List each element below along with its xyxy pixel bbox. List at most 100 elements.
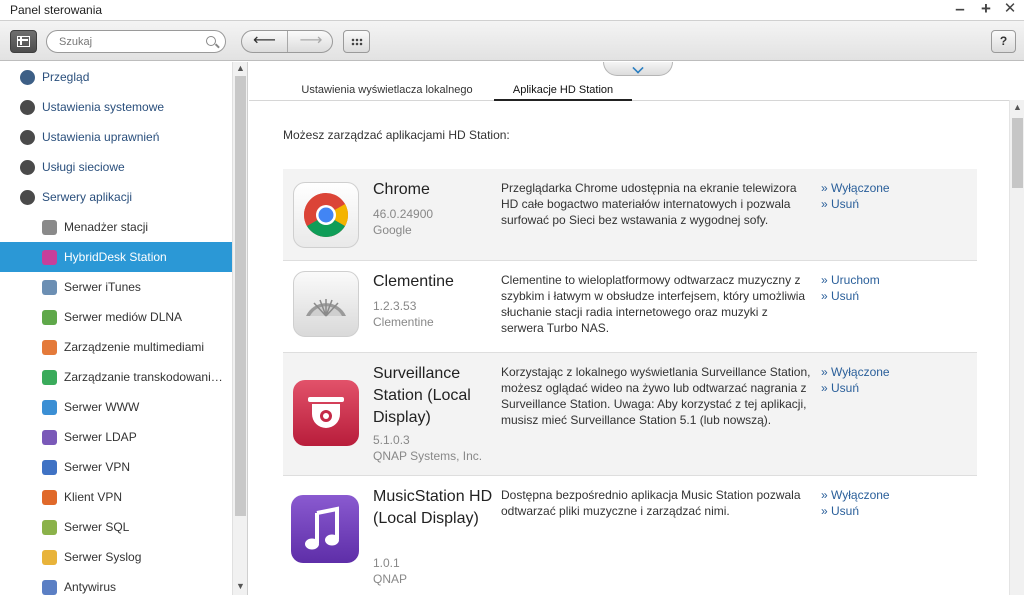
app-description: Korzystając z lokalnego wyświetlania Sur… [501, 365, 811, 427]
sidebar-item-label: Serwer mediów DLNA [64, 310, 183, 324]
sidebar-item-2[interactable]: Ustawienia uprawnień [0, 122, 232, 152]
hybriddesk-icon [42, 250, 57, 265]
music-station-icon [291, 495, 359, 563]
tab-bar: Ustawienia wyświetlacza lokalnego Aplika… [249, 80, 1024, 101]
app-publisher: Google [373, 223, 412, 237]
remove-link[interactable]: » Usuń [821, 288, 880, 304]
sidebar-scroll-thumb[interactable] [235, 76, 246, 516]
main-panel: Ustawienia wyświetlacza lokalnego Aplika… [249, 62, 1024, 595]
sidebar-item-8[interactable]: Serwer mediów DLNA [0, 302, 232, 332]
sidebar-item-label: Serwery aplikacji [42, 190, 133, 204]
sidebar-item-0[interactable]: Przegląd [0, 62, 232, 92]
scroll-up-icon[interactable]: ▲ [233, 63, 247, 75]
tab-local-display[interactable]: Ustawienia wyświetlacza lokalnego [287, 84, 487, 101]
sidebar-item-17[interactable]: Antywirus [0, 572, 232, 595]
app-version: 5.1.0.3 [373, 433, 410, 447]
sidebar-item-label: Serwer SQL [64, 520, 130, 534]
forward-button[interactable]: ⟶ [288, 31, 332, 52]
app-actions: » Uruchom » Usuń [821, 272, 880, 304]
gear-icon [20, 100, 35, 115]
vpn-client-icon [42, 490, 57, 505]
sidebar-item-label: Ustawienia uprawnień [42, 130, 160, 144]
vpn-server-icon [42, 460, 57, 475]
user-icon [20, 130, 35, 145]
sidebar-item-13[interactable]: Serwer VPN [0, 452, 232, 482]
sidebar-item-3[interactable]: Usługi sieciowe [0, 152, 232, 182]
app-grid-button[interactable] [343, 30, 370, 53]
app-name: Surveillance Station (Local Display) [373, 365, 471, 426]
search-input[interactable] [59, 34, 199, 50]
sidebar-item-15[interactable]: Serwer SQL [0, 512, 232, 542]
www-icon [42, 400, 57, 415]
app-row-surveillance: Surveillance Station (Local Display) 5.1… [283, 353, 977, 476]
app-row-chrome: Chrome 46.0.24900 Google Przeglądarka Ch… [283, 169, 977, 261]
main-scrollbar[interactable]: ▲ [1009, 100, 1024, 595]
remove-link[interactable]: » Usuń [821, 380, 890, 396]
itunes-icon [42, 280, 57, 295]
remove-link[interactable]: » Usuń [821, 196, 890, 212]
sidebar-item-1[interactable]: Ustawienia systemowe [0, 92, 232, 122]
minimize-icon[interactable]: – [950, 0, 970, 20]
disable-link[interactable]: » Wyłączone [821, 180, 890, 196]
disable-link[interactable]: » Wyłączone [821, 487, 890, 503]
search-box [46, 30, 226, 53]
sidebar-item-12[interactable]: Serwer LDAP [0, 422, 232, 452]
app-description: Clementine to wieloplatformowy odtwarzac… [501, 273, 806, 335]
tab-hd-station-apps[interactable]: Aplikacje HD Station [494, 84, 632, 101]
sidebar-item-label: Serwer Syslog [64, 550, 142, 564]
toolbar: ⟵ ⟶ ? [0, 20, 1024, 61]
scroll-down-icon[interactable]: ▼ [233, 581, 247, 593]
sidebar-item-label: Antywirus [64, 580, 117, 594]
sidebar-item-11[interactable]: Serwer WWW [0, 392, 232, 422]
disable-link[interactable]: » Wyłączone [821, 364, 890, 380]
sidebar-item-label: Usługi sieciowe [42, 160, 125, 174]
sidebar-item-14[interactable]: Klient VPN [0, 482, 232, 512]
chrome-icon [293, 182, 359, 248]
sidebar-layout-icon [17, 36, 30, 47]
search-icon[interactable] [206, 36, 216, 46]
title-bar: Panel sterowania – + ✕ [0, 0, 1024, 20]
app-actions: » Wyłączone » Usuń [821, 180, 890, 212]
app-row-clementine: Clementine 1.2.3.53 Clementine Clementin… [283, 261, 977, 353]
main-scroll-thumb[interactable] [1012, 118, 1023, 188]
sidebar-item-9[interactable]: Zarządzenie multimediami [0, 332, 232, 362]
sidebar-item-label: Serwer VPN [64, 460, 131, 474]
sidebar-item-label: HybridDesk Station [64, 250, 167, 264]
grid-icon [351, 38, 363, 46]
back-button[interactable]: ⟵ [242, 31, 288, 52]
navigation-buttons: ⟵ ⟶ [241, 30, 333, 53]
sidebar-item-5[interactable]: Menadżer stacji [0, 212, 232, 242]
sidebar-item-7[interactable]: Serwer iTunes [0, 272, 232, 302]
maximize-icon[interactable]: + [976, 0, 996, 20]
app-version: 1.0.1 [373, 556, 400, 570]
sidebar-item-label: Przegląd [42, 70, 90, 84]
app-version: 46.0.24900 [373, 207, 434, 221]
app-actions: » Wyłączone » Usuń [821, 364, 890, 396]
collapse-header-button[interactable] [603, 62, 673, 76]
sidebar-item-10[interactable]: Zarządzanie transkodowaniem [0, 362, 232, 392]
sidebar: Przegląd Ustawienia systemowe Ustawienia u… [0, 62, 248, 595]
close-icon[interactable]: ✕ [1000, 0, 1020, 20]
sidebar-scrollbar[interactable]: ▲ ▼ [232, 62, 247, 595]
sidebar-item-4[interactable]: Serwery aplikacji [0, 182, 232, 212]
app-version: 1.2.3.53 [373, 299, 417, 313]
scroll-up-icon[interactable]: ▲ [1010, 102, 1024, 114]
ldap-icon [42, 430, 57, 445]
sidebar-item-label: Zarządzanie transkodowaniem [64, 370, 224, 384]
transcode-icon [42, 370, 57, 385]
run-link[interactable]: » Uruchom [821, 272, 880, 288]
app-row-music-station: MusicStation HD (Local Display) 1.0.1 QN… [283, 476, 977, 595]
remove-link[interactable]: » Usuń [821, 503, 890, 519]
overview-icon [20, 70, 35, 85]
surveillance-icon [293, 380, 359, 446]
toggle-sidebar-button[interactable] [10, 30, 37, 53]
sidebar-item-16[interactable]: Serwer Syslog [0, 542, 232, 572]
sidebar-item-label: Serwer iTunes [64, 280, 141, 294]
app-description: Przeglądarka Chrome udostępnia na ekrani… [501, 181, 797, 227]
app-publisher: Clementine [373, 315, 434, 329]
help-button[interactable]: ? [991, 30, 1016, 53]
sidebar-item-6[interactable]: HybridDesk Station [0, 242, 232, 272]
app-publisher: QNAP [373, 572, 408, 586]
clementine-icon [293, 271, 359, 337]
app-name: Chrome [373, 181, 430, 198]
